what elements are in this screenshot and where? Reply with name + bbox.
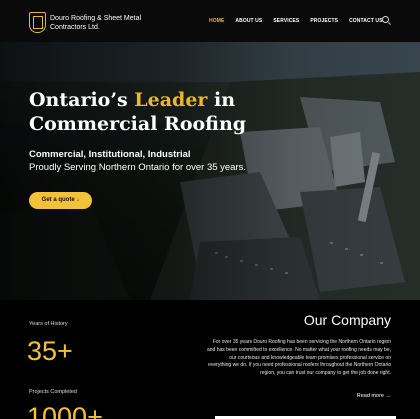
nav-contact-us[interactable]: CONTACT US (349, 18, 382, 24)
read-more-link[interactable]: Read more → (357, 393, 391, 399)
search-icon[interactable] (382, 16, 389, 23)
stat-value-years: 35+ (27, 336, 73, 366)
hero-heading: Ontario’s Leader in Commercial Roofing (29, 88, 289, 136)
hero-section: Ontario’s Leader in Commercial Roofing C… (0, 42, 420, 300)
hero-tagline: Proudly Serving Northern Ontario for ove… (29, 162, 247, 173)
nav-home[interactable]: HOME (209, 18, 224, 24)
stat-value-projects: 1000+ (27, 402, 103, 419)
site-header: Douro Roofing & Sheet Metal Contractors … (0, 0, 420, 42)
nav-projects[interactable]: PROJECTS (310, 18, 338, 24)
stats-section: Years of History 35+ Projects Completed … (0, 300, 420, 419)
logo-text[interactable]: Douro Roofing & Sheet Metal Contractors … (50, 14, 150, 32)
company-heading: Our Company (303, 312, 391, 328)
nav-about-us[interactable]: ABOUT US (235, 18, 262, 24)
hero-subtitle: Commercial, Institutional, Industrial (29, 149, 191, 160)
stat-label-projects: Projects Completed (29, 389, 77, 395)
get-quote-button[interactable]: Get a quote ↓ (29, 192, 92, 209)
hero-heading-accent: Leader (134, 89, 208, 111)
company-description: For over 35 years Douro Roofing has been… (207, 339, 391, 377)
main-nav: HOME ABOUT US SERVICES PROJECTS CONTACT … (209, 18, 394, 24)
logo-icon[interactable] (29, 12, 46, 33)
nav-services[interactable]: SERVICES (273, 18, 299, 24)
stat-label-years: Years of History (29, 321, 68, 327)
hero-heading-part1: Ontario’s (29, 89, 135, 111)
